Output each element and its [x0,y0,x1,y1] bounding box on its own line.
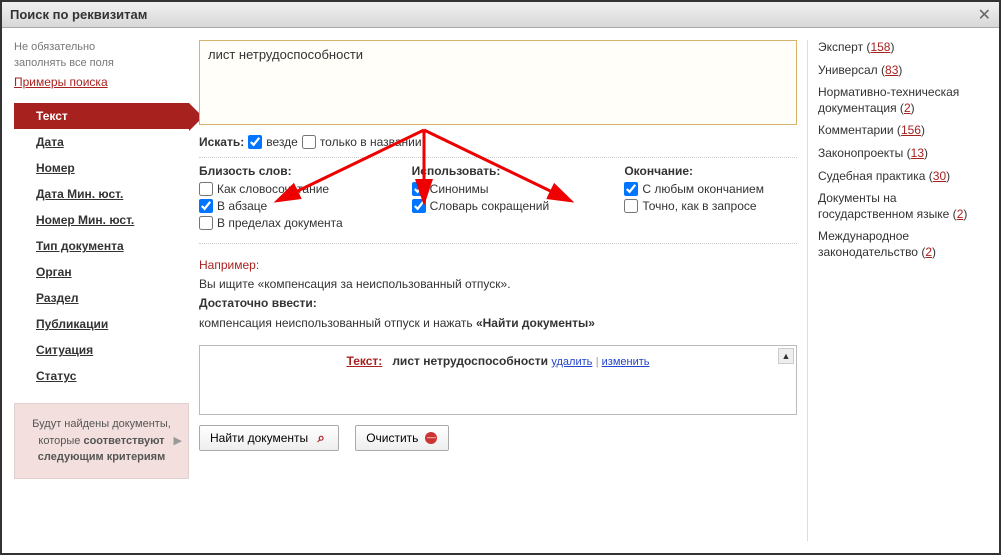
checkbox-phrase[interactable] [199,182,213,196]
nav-link[interactable]: Статус [36,369,76,383]
search-window: Поиск по реквизитам ✕ Не обязательно зап… [0,0,1001,555]
nav-link[interactable]: Текст [36,109,68,123]
nav-item-situation[interactable]: Ситуация [14,337,189,363]
nav-item-status[interactable]: Статус [14,363,189,389]
nav-link[interactable]: Номер [36,161,75,175]
hint-line2: заполнять все поля [14,57,189,69]
scroll-up-icon[interactable]: ▲ [778,348,794,364]
nav-link[interactable]: Дата [36,135,64,149]
profile-item: Документы на государственном языке (2) [818,191,987,222]
examples-link[interactable]: Примеры поиска [14,75,189,89]
profile-item: Универсал (83) [818,63,987,79]
nav-item-moj-number[interactable]: Номер Мин. юст. [14,207,189,233]
checkbox-paragraph[interactable] [199,199,213,213]
result-frame: Текст: лист нетрудоспособности удалить |… [199,345,797,415]
use-label: Использовать: [412,164,585,178]
example-line1: Вы ищите «компенсация за неиспользованны… [199,275,797,294]
profile-count-link[interactable]: 2 [904,101,911,115]
content: Не обязательно заполнять все поля Пример… [2,28,999,553]
profile-count-link[interactable]: 83 [885,63,898,77]
result-label: Текст: [346,354,382,368]
window-title: Поиск по реквизитам [10,7,147,22]
chevron-right-icon: ▶ [174,433,182,450]
profile-item: Комментарии (156) [818,123,987,139]
label-everywhere: везде [266,135,298,149]
checkbox-document[interactable] [199,216,213,230]
nav-item-moj-date[interactable]: Дата Мин. юст. [14,181,189,207]
profile-item: Законопроекты (13) [818,146,987,162]
find-button[interactable]: Найти документы ⌕ [199,425,339,451]
example-line2-label: Достаточно ввести: [199,294,797,313]
right-column: Эксперт (158) Универсал (83) Нормативно-… [807,40,987,541]
nav-item-date[interactable]: Дата [14,129,189,155]
nav-item-number[interactable]: Номер [14,155,189,181]
ending-column: Окончание: С любым окончанием Точно, как… [624,164,797,233]
result-text: лист нетрудоспособности [392,354,548,368]
use-column: Использовать: Синонимы Словарь сокращени… [412,164,585,233]
nav-item-section[interactable]: Раздел [14,285,189,311]
ending-label: Окончание: [624,164,797,178]
profile-count-link[interactable]: 158 [870,40,890,54]
nav-item-publications[interactable]: Публикации [14,311,189,337]
profile-count-link[interactable]: 30 [933,169,946,183]
checkbox-title-only[interactable] [302,135,316,149]
clear-icon: — [424,431,438,445]
result-edit-link[interactable]: изменить [602,356,650,368]
search-in-label: Искать: [199,135,244,149]
criteria-line3: следующим критериям [25,449,178,466]
close-icon[interactable]: ✕ [978,5,991,25]
profile-item: Нормативно-техническая документация (2) [818,85,987,116]
checkbox-synonyms[interactable] [412,182,426,196]
checkbox-abbrev[interactable] [412,199,426,213]
criteria-line2: которые соответствуют [25,433,178,450]
nav-list: Текст Дата Номер Дата Мин. юст. Номер Ми… [14,103,189,389]
main-column: Искать: везде только в названии Близость… [199,40,797,541]
nav-link[interactable]: Ситуация [36,343,93,357]
proximity-column: Близость слов: Как словосочетание В абза… [199,164,372,233]
example-line2: компенсация неиспользованный отпуск и на… [199,314,797,333]
left-column: Не обязательно заполнять все поля Пример… [14,40,189,541]
profile-count-link[interactable]: 156 [901,123,921,137]
label-title-only: только в названии [320,135,422,149]
criteria-line1: Будут найдены документы, [25,416,178,433]
nav-link[interactable]: Дата Мин. юст. [36,187,123,201]
profile-count-link[interactable]: 2 [925,245,932,259]
profile-item: Международное законодательство (2) [818,229,987,260]
nav-item-text[interactable]: Текст [14,103,189,129]
hint-line1: Не обязательно [14,40,189,55]
options-grid: Близость слов: Как словосочетание В абза… [199,158,797,244]
profile-item: Эксперт (158) [818,40,987,56]
clear-button-label: Очистить [366,431,418,445]
example-title: Например: [199,256,797,275]
nav-item-doctype[interactable]: Тип документа [14,233,189,259]
proximity-label: Близость слов: [199,164,372,178]
profile-count-link[interactable]: 2 [957,207,964,221]
nav-link[interactable]: Номер Мин. юст. [36,213,134,227]
search-in-row: Искать: везде только в названии [199,135,797,158]
titlebar: Поиск по реквизитам ✕ [2,2,999,28]
nav-link[interactable]: Публикации [36,317,108,331]
profile-count-link[interactable]: 13 [911,146,924,160]
nav-link[interactable]: Раздел [36,291,79,305]
nav-link[interactable]: Тип документа [36,239,124,253]
checkbox-any-ending[interactable] [624,182,638,196]
checkbox-everywhere[interactable] [248,135,262,149]
checkbox-exact[interactable] [624,199,638,213]
example-block: Например: Вы ищите «компенсация за неисп… [199,244,797,345]
result-line: Текст: лист нетрудоспособности удалить |… [208,354,788,368]
search-icon: ⌕ [314,431,328,445]
clear-button[interactable]: Очистить — [355,425,449,451]
search-input[interactable] [199,40,797,125]
nav-item-organ[interactable]: Орган [14,259,189,285]
buttons-row: Найти документы ⌕ Очистить — [199,425,797,451]
profile-item: Судебная практика (30) [818,169,987,185]
find-button-label: Найти документы [210,431,308,445]
nav-link[interactable]: Орган [36,265,72,279]
criteria-box: Будут найдены документы, которые соответ… [14,403,189,479]
result-delete-link[interactable]: удалить [551,356,592,368]
